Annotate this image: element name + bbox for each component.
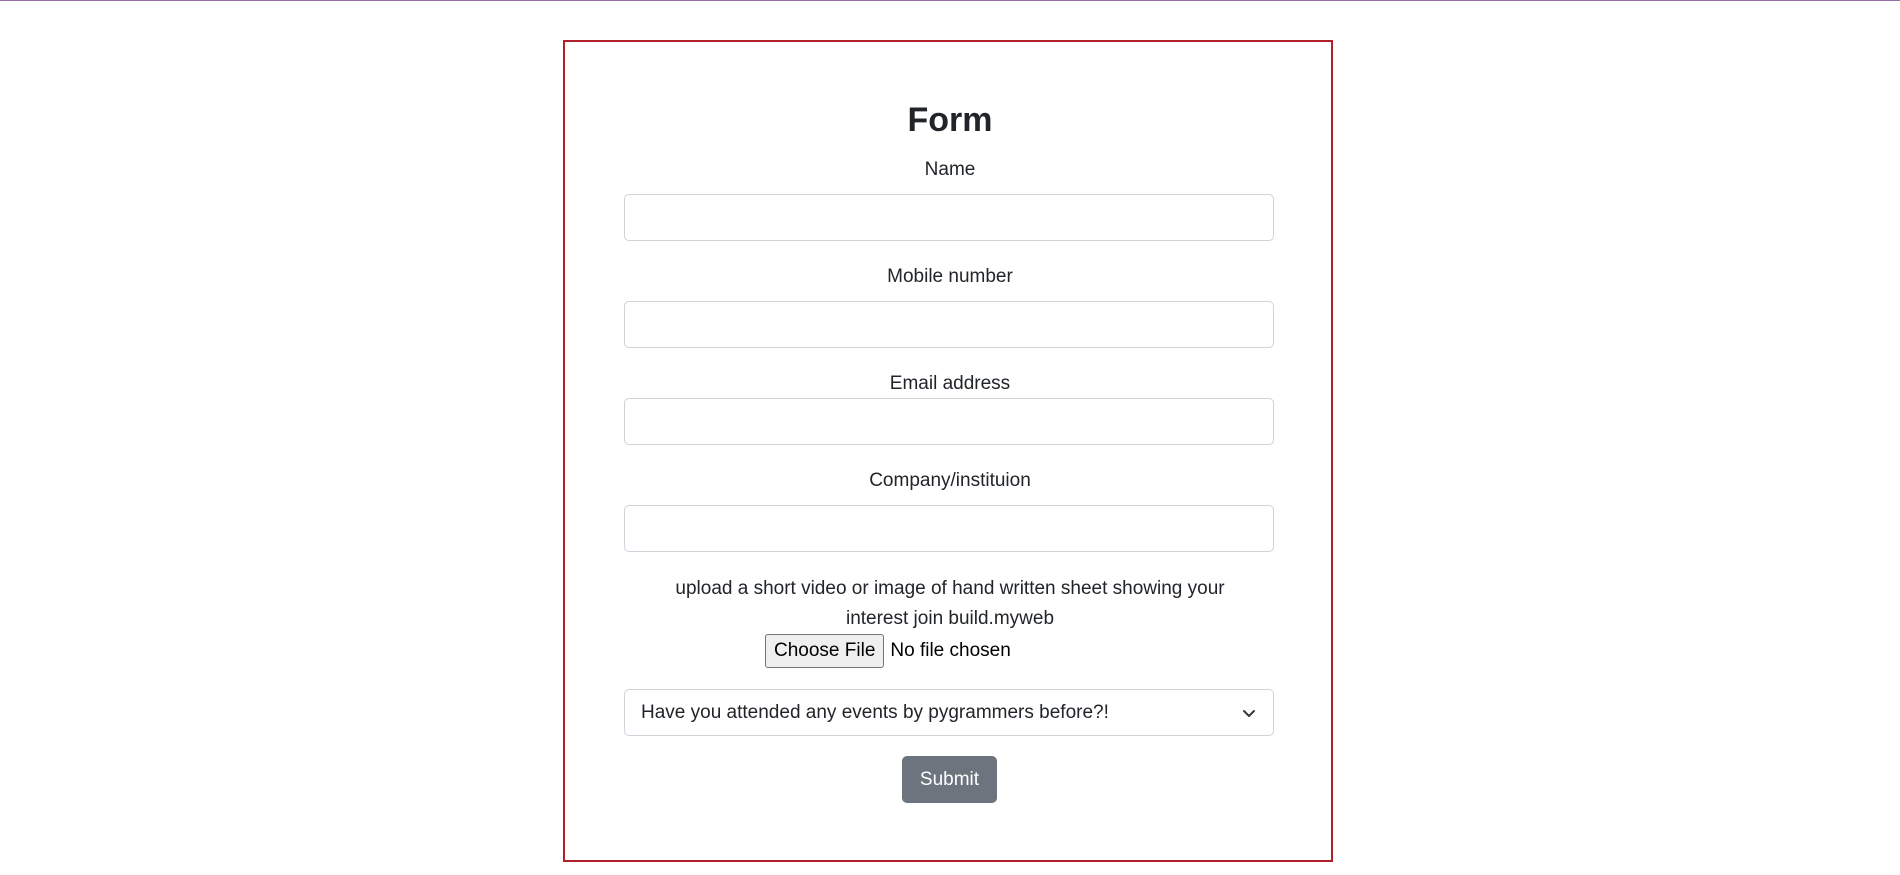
choose-file-button[interactable]: Choose File xyxy=(765,634,885,668)
mobile-label: Mobile number xyxy=(887,266,1013,287)
mobile-input[interactable] xyxy=(624,301,1274,348)
upload-prompt-line-2: interest join build.myweb xyxy=(845,608,1055,629)
email-label: Email address xyxy=(889,373,1011,394)
file-status-text: No file chosen xyxy=(890,640,1011,661)
company-label: Company/instituion xyxy=(869,470,1031,491)
upload-prompt-line-1: upload a short video or image of hand wr… xyxy=(675,578,1225,599)
email-input[interactable] xyxy=(624,398,1274,445)
company-input[interactable] xyxy=(624,505,1274,552)
name-input[interactable] xyxy=(624,194,1274,241)
upload-prompt: upload a short video or image of hand wr… xyxy=(640,574,1260,634)
top-border-line xyxy=(0,0,1900,1)
file-upload-control: Choose File No file chosen xyxy=(765,634,1011,668)
events-select-value: Have you attended any events by pygramme… xyxy=(641,701,1109,723)
form-title: Form xyxy=(907,101,993,139)
events-attended-select[interactable]: Have you attended any events by pygramme… xyxy=(624,689,1274,736)
submit-button[interactable]: Submit xyxy=(902,756,997,803)
name-label: Name xyxy=(924,159,976,180)
chevron-down-icon xyxy=(1241,705,1257,721)
